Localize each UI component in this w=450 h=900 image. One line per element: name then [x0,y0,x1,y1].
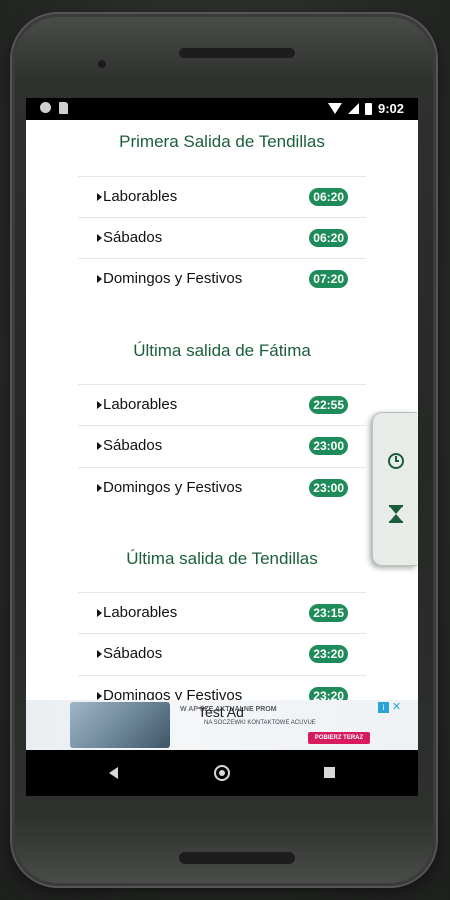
row-label: Sábados [97,645,162,662]
row-label: Laborables [97,396,177,413]
row-label: Laborables [97,604,177,621]
schedule-row[interactable]: Laborables 22:55 [78,384,366,426]
sim-card-icon [59,102,68,114]
status-notifications [40,102,68,114]
row-label: Domingos y Festivos [97,479,242,496]
row-label: Domingos y Festivos [97,270,242,287]
back-icon[interactable] [109,767,118,779]
caret-right-icon [97,233,102,242]
hourglass-icon[interactable] [389,505,403,523]
ad-cta-button[interactable]: POBIERZ TERAZ [308,732,370,744]
device-screen: 9:02 Primera Salida de Tendillas Laborab… [26,98,418,796]
side-panel [372,412,417,566]
caret-right-icon [97,649,102,658]
ad-subline: NA SOCZEWKI KONTAKTOWE ACUVUE [204,720,316,726]
schedule-row[interactable]: Laborables 06:20 [78,176,366,218]
bottom-speaker [179,852,295,864]
status-indicators: 9:02 [327,101,404,116]
caret-right-icon [97,441,102,450]
section-title: Última salida de Fátima [133,341,311,360]
ad-close-icon[interactable]: ✕ [391,702,402,713]
schedule-row[interactable]: Domingos y Festivos 23:00 [78,467,366,509]
schedule-list[interactable]: Primera Salida de Tendillas Laborables 0… [26,120,418,700]
ad-banner[interactable]: W AP SZE AKTUALNE PROM Test Ad NA SOCZEW… [26,700,418,750]
status-time: 9:02 [377,101,404,116]
schedule-row[interactable]: Sábados 23:00 [78,425,366,467]
time-badge: 06:20 [309,188,348,206]
ad-choices[interactable]: i ✕ [378,702,404,715]
cell-signal-icon [347,103,359,114]
notification-dot-icon [40,102,51,113]
time-badge: 22:55 [309,396,348,414]
navigation-bar [26,750,418,796]
recents-icon[interactable] [324,767,335,778]
schedule-row[interactable]: Domingos y Festivos 07:20 [78,258,366,300]
time-badge: 06:20 [309,229,348,247]
schedule-row[interactable]: Sábados 23:20 [78,633,366,675]
wifi-icon [327,103,342,114]
earpiece-speaker [179,48,295,58]
caret-right-icon [97,691,102,700]
schedule-row[interactable]: Laborables 23:15 [78,592,366,634]
time-badge: 23:00 [309,437,348,455]
time-badge: 23:15 [309,604,348,622]
section-title: Primera Salida de Tendillas [119,132,325,151]
ad-test-label: Test Ad [198,704,244,720]
ad-info-icon[interactable]: i [378,702,389,713]
battery-icon [364,102,372,115]
time-badge: 23:20 [309,645,348,663]
caret-right-icon [97,400,102,409]
caret-right-icon [97,608,102,617]
schedule-row[interactable]: Domingos y Festivos 23:20 [78,675,366,700]
home-icon[interactable] [214,765,230,781]
front-camera [98,60,106,68]
time-badge: 23:20 [309,687,348,700]
row-label: Domingos y Festivos [97,687,242,700]
time-badge: 07:20 [309,270,348,288]
time-badge: 23:00 [309,479,348,497]
ad-image [70,702,170,748]
clock-icon[interactable] [388,453,404,469]
schedule-row[interactable]: Sábados 06:20 [78,217,366,259]
status-bar: 9:02 [26,98,418,120]
caret-right-icon [97,192,102,201]
caret-right-icon [97,483,102,492]
row-label: Laborables [97,188,177,205]
row-label: Sábados [97,437,162,454]
caret-right-icon [97,274,102,283]
section-title: Última salida de Tendillas [126,549,318,568]
row-label: Sábados [97,229,162,246]
